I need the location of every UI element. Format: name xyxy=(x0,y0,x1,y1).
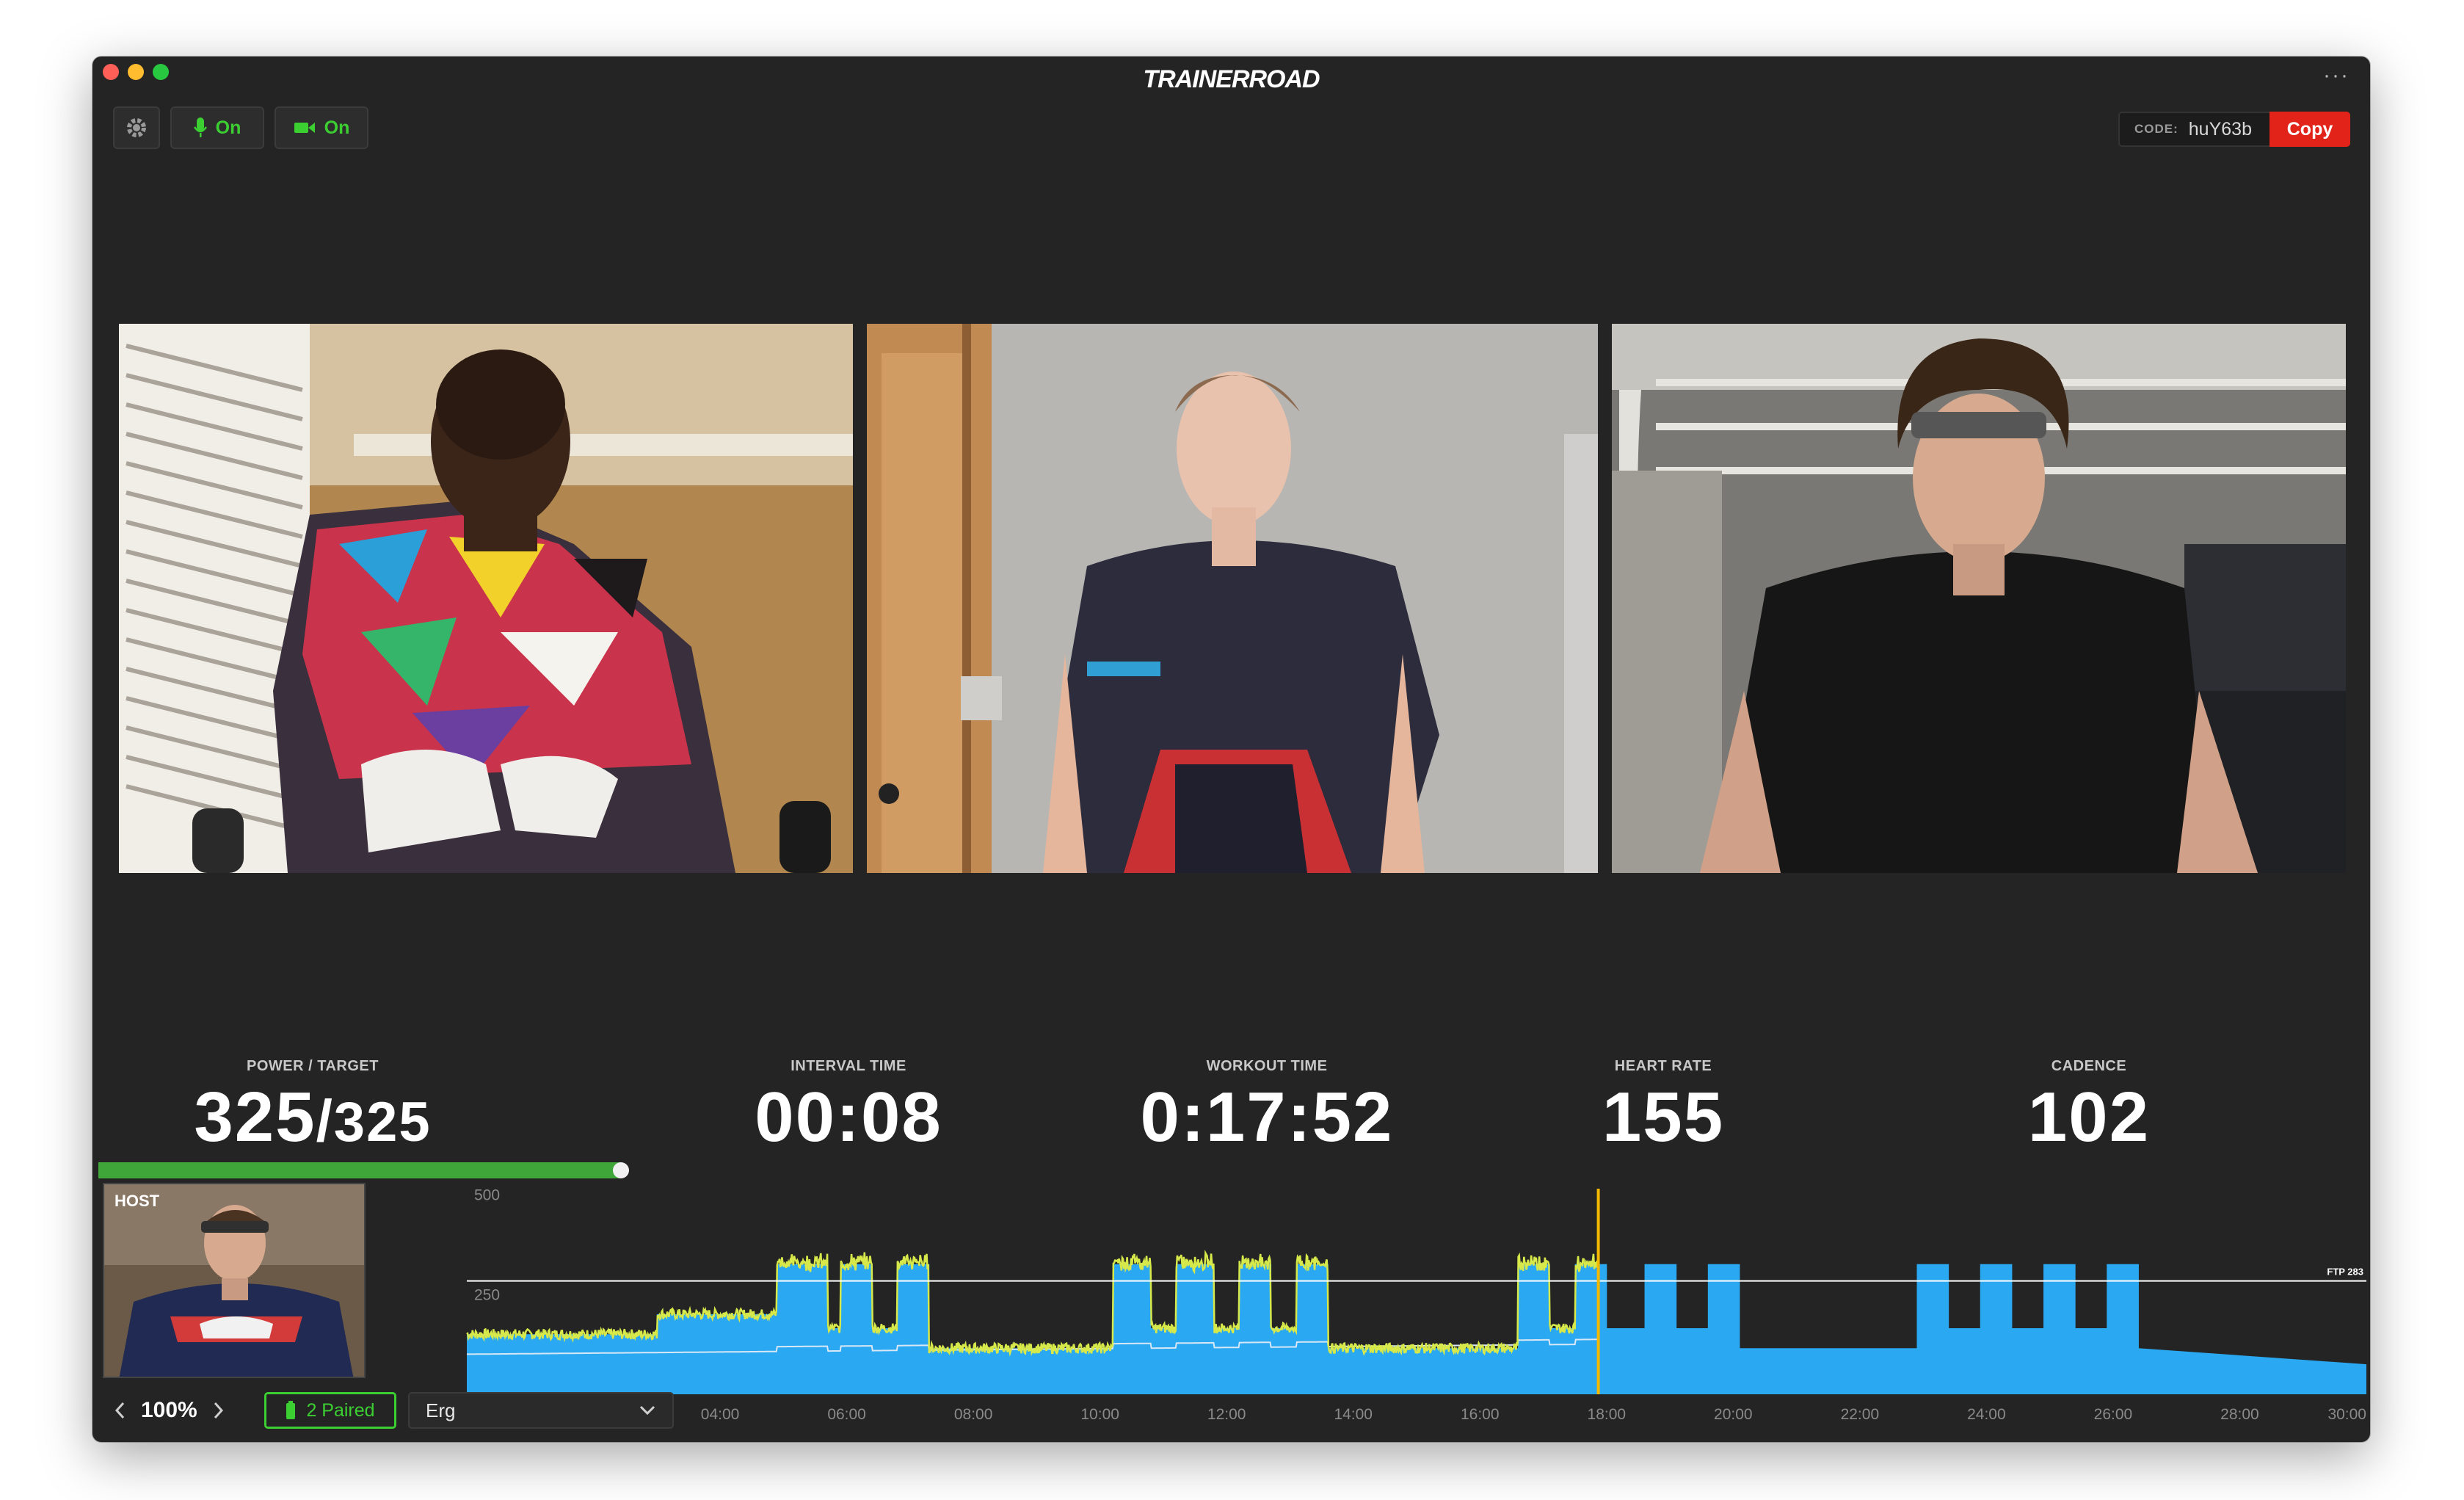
heart-rate-metric: HEART RATE 155 xyxy=(1575,1058,1751,1153)
zoom-level: 100% xyxy=(141,1398,197,1422)
power-target-metric: POWER / TARGET 325/325 xyxy=(188,1058,437,1158)
workout-chart[interactable]: FTP 283 50025000:0002:0004:0006:0008:001… xyxy=(373,1174,2370,1424)
target-interval-bar xyxy=(1518,1264,1550,1394)
power-target-label: POWER / TARGET xyxy=(247,1058,379,1074)
workout-time-label: WORKOUT TIME xyxy=(1206,1058,1328,1074)
target-interval-bar xyxy=(1644,1264,1677,1394)
x-tick-label: 08:00 xyxy=(954,1406,993,1423)
x-tick-label: 10:00 xyxy=(1080,1406,1119,1423)
power-value: 325 xyxy=(194,1078,316,1156)
chevron-down-icon xyxy=(639,1405,655,1416)
target-interval-bar xyxy=(827,1328,841,1394)
y-tick-label: 250 xyxy=(474,1287,500,1304)
target-interval-bar xyxy=(1549,1328,1576,1394)
settings-button[interactable] xyxy=(113,106,160,149)
x-tick-label: 18:00 xyxy=(1588,1406,1627,1423)
target-interval-bar xyxy=(2138,1348,2366,1394)
cadence-label: CADENCE xyxy=(2051,1058,2127,1074)
target-interval-bar xyxy=(1574,1264,1607,1394)
gear-icon xyxy=(127,118,146,137)
workout-time-value: 0:17:52 xyxy=(1140,1078,1394,1156)
session-code-box: CODE: huY63b xyxy=(2118,112,2271,147)
paired-label: 2 Paired xyxy=(306,1399,375,1421)
target-interval-bar xyxy=(1676,1328,1709,1394)
x-tick-label: 30:00 xyxy=(2327,1406,2366,1423)
zoom-control: 100% xyxy=(113,1392,260,1429)
target-interval-bar xyxy=(1916,1264,1949,1394)
participant-video-3 xyxy=(1612,324,2346,873)
x-tick-label: 16:00 xyxy=(1461,1406,1500,1423)
y-tick-label: 500 xyxy=(474,1186,500,1203)
mode-selected-value: Erg xyxy=(426,1399,456,1421)
video-camera-icon xyxy=(294,123,315,133)
cadence-value: 102 xyxy=(2027,1078,2151,1156)
target-interval-bar xyxy=(2107,1264,2139,1394)
chevron-right-icon[interactable] xyxy=(211,1401,225,1420)
target-interval-bar xyxy=(656,1314,778,1394)
target-interval-bar xyxy=(1150,1328,1177,1394)
target-interval-bar xyxy=(1271,1328,1297,1394)
target-interval-bar xyxy=(1980,1264,2013,1394)
x-tick-label: 24:00 xyxy=(1967,1406,2006,1423)
x-tick-label: 28:00 xyxy=(2220,1406,2259,1423)
target-interval-bar xyxy=(1739,1348,1918,1394)
x-tick-label: 20:00 xyxy=(1714,1406,1753,1423)
host-video: HOST xyxy=(103,1183,366,1378)
app-logo: TRAINERROAD xyxy=(1143,65,1320,93)
session-code-label: CODE: xyxy=(2134,122,2178,136)
target-interval-bar xyxy=(1707,1264,1740,1394)
mode-select[interactable]: Erg xyxy=(408,1392,674,1429)
host-label: HOST xyxy=(115,1192,160,1210)
microphone-icon xyxy=(193,117,207,137)
microphone-status-label: On xyxy=(215,117,241,138)
target-interval-bar xyxy=(1948,1328,1981,1394)
x-tick-label: 26:00 xyxy=(2094,1406,2133,1423)
cadence-metric: CADENCE 102 xyxy=(2001,1058,2177,1153)
x-tick-label: 06:00 xyxy=(827,1406,866,1423)
workout-time-metric: WORKOUT TIME 0:17:52 xyxy=(1105,1058,1428,1153)
x-tick-label: 22:00 xyxy=(1841,1406,1880,1423)
target-interval-bar xyxy=(872,1328,898,1394)
camera-toggle-button[interactable]: On xyxy=(275,106,368,149)
participant-video-2 xyxy=(867,324,1598,873)
target-interval-bar xyxy=(2075,1328,2107,1394)
more-dots-icon[interactable]: ··· xyxy=(2323,65,2349,87)
ftp-label: FTP 283 xyxy=(2327,1267,2363,1278)
target-interval-bar xyxy=(897,1264,930,1394)
microphone-toggle-button[interactable]: On xyxy=(170,106,264,149)
paired-devices-button[interactable]: 2 Paired xyxy=(264,1392,396,1429)
target-interval-bar xyxy=(2043,1264,2076,1394)
target-interval-bar xyxy=(1296,1264,1329,1394)
target-interval-bar xyxy=(1606,1328,1646,1394)
target-interval-bar xyxy=(2011,1328,2044,1394)
session-code-value: huY63b xyxy=(2188,118,2252,140)
interval-time-metric: INTERVAL TIME 00:08 xyxy=(731,1058,966,1153)
target-value: 325 xyxy=(333,1091,432,1153)
heart-rate-label: HEART RATE xyxy=(1614,1058,1712,1074)
x-tick-label: 12:00 xyxy=(1207,1406,1246,1423)
interval-time-value: 00:08 xyxy=(755,1078,942,1156)
copy-code-button[interactable]: Copy xyxy=(2269,112,2350,147)
target-interval-bar xyxy=(840,1264,873,1394)
target-interval-bar xyxy=(1112,1264,1152,1394)
target-interval-bar xyxy=(1213,1328,1240,1394)
target-interval-bar xyxy=(928,1348,1113,1394)
target-interval-bar xyxy=(1239,1264,1272,1394)
battery-icon xyxy=(286,1401,296,1419)
x-tick-label: 14:00 xyxy=(1334,1406,1373,1423)
chevron-left-icon[interactable] xyxy=(113,1401,128,1420)
target-interval-bar xyxy=(1328,1348,1519,1394)
target-interval-bar xyxy=(1176,1264,1215,1394)
camera-status-label: On xyxy=(324,117,350,138)
target-interval-bar xyxy=(777,1264,829,1394)
target-interval-bar xyxy=(467,1334,658,1394)
participant-video-1 xyxy=(119,324,853,873)
app-window: TRAINERROAD ··· On On CODE: huY63b Copy xyxy=(92,57,2370,1442)
interval-time-label: INTERVAL TIME xyxy=(791,1058,906,1074)
heart-rate-value: 155 xyxy=(1602,1078,1725,1156)
x-tick-label: 04:00 xyxy=(701,1406,740,1423)
